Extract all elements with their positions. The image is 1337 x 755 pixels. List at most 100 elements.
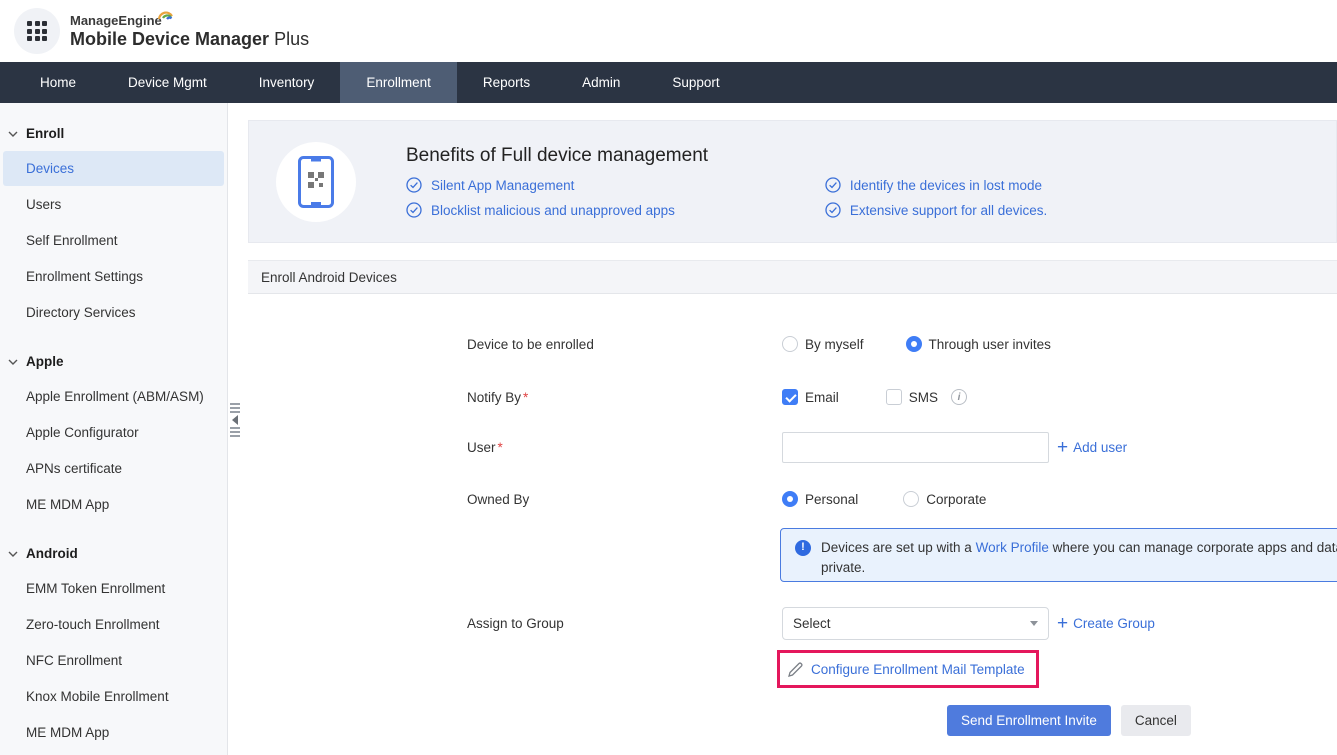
checkbox-icon bbox=[886, 389, 902, 405]
info-text: where you can manage corporate apps and … bbox=[1049, 540, 1337, 555]
mail-template-highlight-box: Configure Enrollment Mail Template bbox=[777, 650, 1039, 688]
radio-label: Through user invites bbox=[929, 337, 1051, 352]
sidebar-item-devices[interactable]: Devices bbox=[3, 151, 224, 186]
benefit-item[interactable]: Extensive support for all devices. bbox=[825, 202, 1047, 218]
app-grid-icon bbox=[27, 21, 47, 41]
checkbox-label: Email bbox=[805, 390, 839, 405]
sidebar-item-nfc-enrollment[interactable]: NFC Enrollment bbox=[3, 643, 224, 678]
sidebar-collapse-handle[interactable] bbox=[230, 403, 240, 437]
phone-qr-icon bbox=[298, 156, 334, 208]
add-user-label: Add user bbox=[1073, 440, 1127, 455]
sidebar-section-android[interactable]: Android bbox=[0, 537, 227, 570]
benefit-label: Extensive support for all devices. bbox=[850, 203, 1047, 218]
radio-selected-icon bbox=[782, 491, 798, 507]
required-asterisk: * bbox=[498, 440, 503, 455]
checkbox-checked-icon bbox=[782, 389, 798, 405]
sidebar-item-apple-enrollment[interactable]: Apple Enrollment (ABM/ASM) bbox=[3, 379, 224, 414]
notify-by-label: Notify By* bbox=[467, 390, 782, 405]
send-enrollment-invite-button[interactable]: Send Enrollment Invite bbox=[947, 705, 1111, 736]
sidebar-section-label: Enroll bbox=[26, 126, 64, 141]
benefit-item[interactable]: Silent App Management bbox=[406, 177, 675, 193]
check-circle-icon bbox=[406, 202, 422, 218]
brand-top-text: ManageEngine bbox=[70, 13, 162, 28]
sidebar-item-users[interactable]: Users bbox=[3, 187, 224, 222]
device-enroll-label: Device to be enrolled bbox=[467, 337, 782, 352]
check-circle-icon bbox=[406, 177, 422, 193]
radio-through-user-invites[interactable]: Through user invites bbox=[906, 336, 1051, 352]
create-group-link[interactable]: + Create Group bbox=[1057, 614, 1155, 633]
main-navbar: Home Device Mgmt Inventory Enrollment Re… bbox=[0, 62, 1337, 103]
manageengine-swoosh-icon bbox=[158, 9, 174, 21]
chevron-down-icon bbox=[8, 357, 18, 367]
benefit-item[interactable]: Identify the devices in lost mode bbox=[825, 177, 1047, 193]
sidebar-section-label: Apple bbox=[26, 354, 64, 369]
nav-tab-home[interactable]: Home bbox=[14, 62, 102, 103]
sidebar-item-knox-mobile-enrollment[interactable]: Knox Mobile Enrollment bbox=[3, 679, 224, 714]
create-group-label: Create Group bbox=[1073, 616, 1155, 631]
nav-tab-support[interactable]: Support bbox=[646, 62, 745, 103]
group-select[interactable]: Select bbox=[782, 607, 1049, 640]
sidebar-item-self-enrollment[interactable]: Self Enrollment bbox=[3, 223, 224, 258]
checkbox-email[interactable]: Email bbox=[782, 389, 839, 405]
assign-group-label: Assign to Group bbox=[467, 616, 782, 631]
sidebar-section-apple[interactable]: Apple bbox=[0, 345, 227, 378]
product-title-bold: Mobile Device Manager bbox=[70, 29, 269, 49]
radio-label: Personal bbox=[805, 492, 858, 507]
section-title-bar: Enroll Android Devices bbox=[248, 260, 1337, 294]
configure-mail-template-link[interactable]: Configure Enrollment Mail Template bbox=[811, 662, 1025, 677]
sidebar-item-emm-token-enrollment[interactable]: EMM Token Enrollment bbox=[3, 571, 224, 606]
radio-label: By myself bbox=[805, 337, 864, 352]
benefit-item[interactable]: Blocklist malicious and unapproved apps bbox=[406, 202, 675, 218]
nav-tab-admin[interactable]: Admin bbox=[556, 62, 646, 103]
checkbox-label: SMS bbox=[909, 390, 938, 405]
sms-info-icon[interactable]: i bbox=[951, 389, 967, 405]
qr-phone-badge bbox=[276, 142, 356, 222]
sidebar: Enroll Devices Users Self Enrollment Enr… bbox=[0, 103, 228, 755]
sidebar-item-apple-configurator[interactable]: Apple Configurator bbox=[3, 415, 224, 450]
add-user-link[interactable]: + Add user bbox=[1057, 438, 1127, 457]
sidebar-item-me-mdm-app-apple[interactable]: ME MDM App bbox=[3, 487, 224, 522]
check-circle-icon bbox=[825, 202, 841, 218]
radio-icon bbox=[903, 491, 919, 507]
product-title: Mobile Device Manager Plus bbox=[70, 30, 309, 49]
collapse-arrow-icon bbox=[232, 415, 238, 425]
nav-tab-inventory[interactable]: Inventory bbox=[233, 62, 341, 103]
user-label: User* bbox=[467, 440, 782, 455]
radio-corporate[interactable]: Corporate bbox=[903, 491, 986, 507]
sidebar-item-enrollment-settings[interactable]: Enrollment Settings bbox=[3, 259, 224, 294]
radio-by-myself[interactable]: By myself bbox=[782, 336, 864, 352]
radio-label: Corporate bbox=[926, 492, 986, 507]
chevron-down-icon bbox=[1030, 621, 1038, 626]
info-text: Devices are set up with a bbox=[821, 540, 976, 555]
required-asterisk: * bbox=[523, 390, 528, 405]
benefit-label: Identify the devices in lost mode bbox=[850, 178, 1042, 193]
sidebar-item-me-mdm-app-android[interactable]: ME MDM App bbox=[3, 715, 224, 750]
nav-tab-enrollment[interactable]: Enrollment bbox=[340, 62, 457, 103]
sidebar-item-zero-touch-enrollment[interactable]: Zero-touch Enrollment bbox=[3, 607, 224, 642]
form-actions: Send Enrollment Invite Cancel bbox=[947, 705, 1191, 736]
chevron-down-icon bbox=[8, 549, 18, 559]
checkbox-sms[interactable]: SMS i bbox=[886, 389, 967, 405]
pencil-icon bbox=[788, 662, 803, 677]
nav-tab-reports[interactable]: Reports bbox=[457, 62, 556, 103]
chevron-down-icon bbox=[8, 129, 18, 139]
brand-manageengine: ManageEngine bbox=[70, 14, 162, 28]
app-grid-button[interactable] bbox=[14, 8, 60, 54]
sidebar-item-apns-certificate[interactable]: APNs certificate bbox=[3, 451, 224, 486]
label-text: User bbox=[467, 440, 496, 455]
user-input[interactable] bbox=[782, 432, 1049, 463]
nav-tab-device-mgmt[interactable]: Device Mgmt bbox=[102, 62, 233, 103]
sidebar-item-directory-services[interactable]: Directory Services bbox=[3, 295, 224, 330]
radio-personal[interactable]: Personal bbox=[782, 491, 858, 507]
plus-icon: + bbox=[1057, 614, 1068, 633]
work-profile-link[interactable]: Work Profile bbox=[976, 540, 1049, 555]
check-circle-icon bbox=[825, 177, 841, 193]
sidebar-section-enroll[interactable]: Enroll bbox=[0, 117, 227, 150]
benefit-label: Blocklist malicious and unapproved apps bbox=[431, 203, 675, 218]
assign-group-row: Assign to Group Select + Create Group bbox=[467, 607, 1155, 640]
radio-icon bbox=[782, 336, 798, 352]
cancel-button[interactable]: Cancel bbox=[1121, 705, 1191, 736]
brand: ManageEngine Mobile Device Manager Plus bbox=[70, 13, 309, 49]
radio-selected-icon bbox=[906, 336, 922, 352]
app-header: ManageEngine Mobile Device Manager Plus bbox=[0, 0, 1337, 62]
